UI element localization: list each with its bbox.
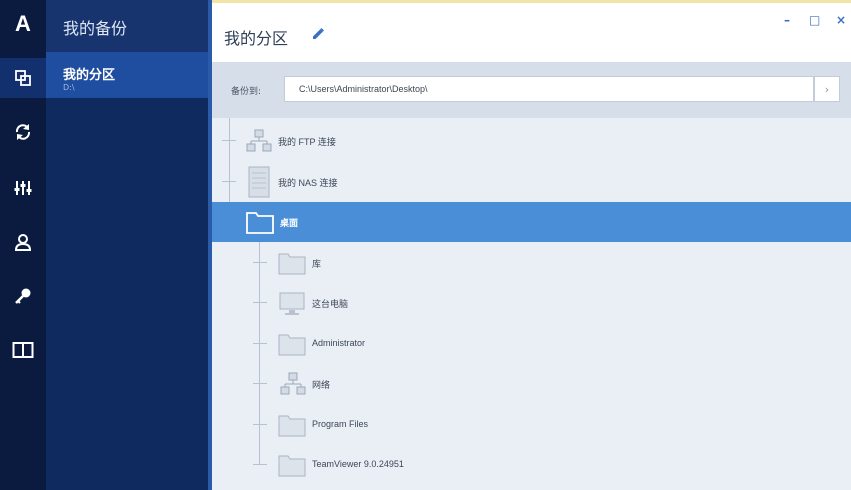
tree-item-teamviewer[interactable]: TeamViewer 9.0.24951 <box>212 445 851 485</box>
tree-item-nas[interactable]: 我的 NAS 连接 <box>212 162 851 202</box>
computer-icon <box>279 292 305 315</box>
backup-list-title: 我的备份 <box>63 19 128 38</box>
network-icon <box>246 129 272 152</box>
backup-list-header: 我的备份 <box>46 0 208 52</box>
tree-item-network[interactable]: 网络 <box>212 364 851 404</box>
rail-backups[interactable] <box>0 58 46 98</box>
rail-tools[interactable] <box>0 168 46 208</box>
tools-icon <box>14 181 32 195</box>
tree-item-label: 我的 FTP 连接 <box>278 137 336 147</box>
folder-icon <box>278 415 306 437</box>
tree-item-label: 库 <box>312 259 322 269</box>
rail-account[interactable] <box>0 222 46 262</box>
tree-item-this-pc[interactable]: 这台电脑 <box>212 283 851 323</box>
app-logo: A <box>0 4 46 44</box>
tree-item-library[interactable]: 库 <box>212 243 851 283</box>
backup-item[interactable]: 我的分区 D:\ <box>46 52 208 98</box>
tree-item-ftp[interactable]: 我的 FTP 连接 <box>212 121 851 161</box>
destination-label: 备份到: <box>231 87 262 97</box>
backup-list-panel: 我的备份 我的分区 D:\ <box>46 0 208 490</box>
app-window: A 我的备份 我的分区 D:\ 我的分区 – □ × 备份到: C:\Users… <box>0 0 851 490</box>
sync-icon <box>15 124 31 140</box>
top-border <box>212 0 851 3</box>
nas-icon <box>248 166 270 198</box>
tree-item-label: 桌面 <box>280 218 299 228</box>
tree-item-label: 我的 NAS 连接 <box>278 178 338 188</box>
destination-path-value: C:\Users\Administrator\Desktop\ <box>299 84 428 94</box>
backup-item-source: D:\ <box>63 83 75 92</box>
tree-item-label: Administrator <box>312 338 366 348</box>
main-content: 我的分区 – □ × 备份到: C:\Users\Administrator\D… <box>212 0 851 490</box>
close-button[interactable]: × <box>836 13 846 27</box>
logo-text: A <box>15 11 31 36</box>
tree-item-program-files[interactable]: Program Files <box>212 405 851 445</box>
network-icon <box>280 372 306 395</box>
account-icon <box>14 234 32 251</box>
folder-icon <box>278 455 306 477</box>
browse-button[interactable]: › <box>814 76 840 102</box>
chevron-right-icon: › <box>824 82 830 96</box>
tree-item-label: 这台电脑 <box>312 299 349 309</box>
rail-help[interactable] <box>0 330 46 370</box>
nav-rail: A <box>0 0 46 490</box>
tree-item-desktop[interactable]: 桌面 <box>212 202 851 242</box>
folder-icon <box>278 253 306 275</box>
backup-item-name: 我的分区 <box>63 68 116 83</box>
folder-tree: 我的 FTP 连接 我的 NAS 连接 桌面 库 这台电脑 Administra… <box>212 118 851 490</box>
key-icon <box>15 288 31 304</box>
rail-key[interactable] <box>0 276 46 316</box>
folder-icon <box>246 212 274 234</box>
backups-icon <box>15 70 31 86</box>
rail-sync[interactable] <box>0 112 46 152</box>
folder-icon <box>278 334 306 356</box>
maximize-button[interactable]: □ <box>809 13 820 27</box>
minimize-button[interactable]: – <box>784 13 790 27</box>
page-title: 我的分区 <box>224 29 289 48</box>
tree-item-label: Program Files <box>312 419 369 429</box>
destination-bar: 备份到: C:\Users\Administrator\Desktop\ › <box>212 62 851 118</box>
destination-path-input[interactable]: C:\Users\Administrator\Desktop\ <box>284 76 814 102</box>
tree-item-administrator[interactable]: Administrator <box>212 324 851 364</box>
book-icon <box>12 342 34 358</box>
tree-item-label: 网络 <box>312 380 331 390</box>
tree-item-label: TeamViewer 9.0.24951 <box>312 459 404 469</box>
pencil-icon[interactable] <box>310 26 326 42</box>
